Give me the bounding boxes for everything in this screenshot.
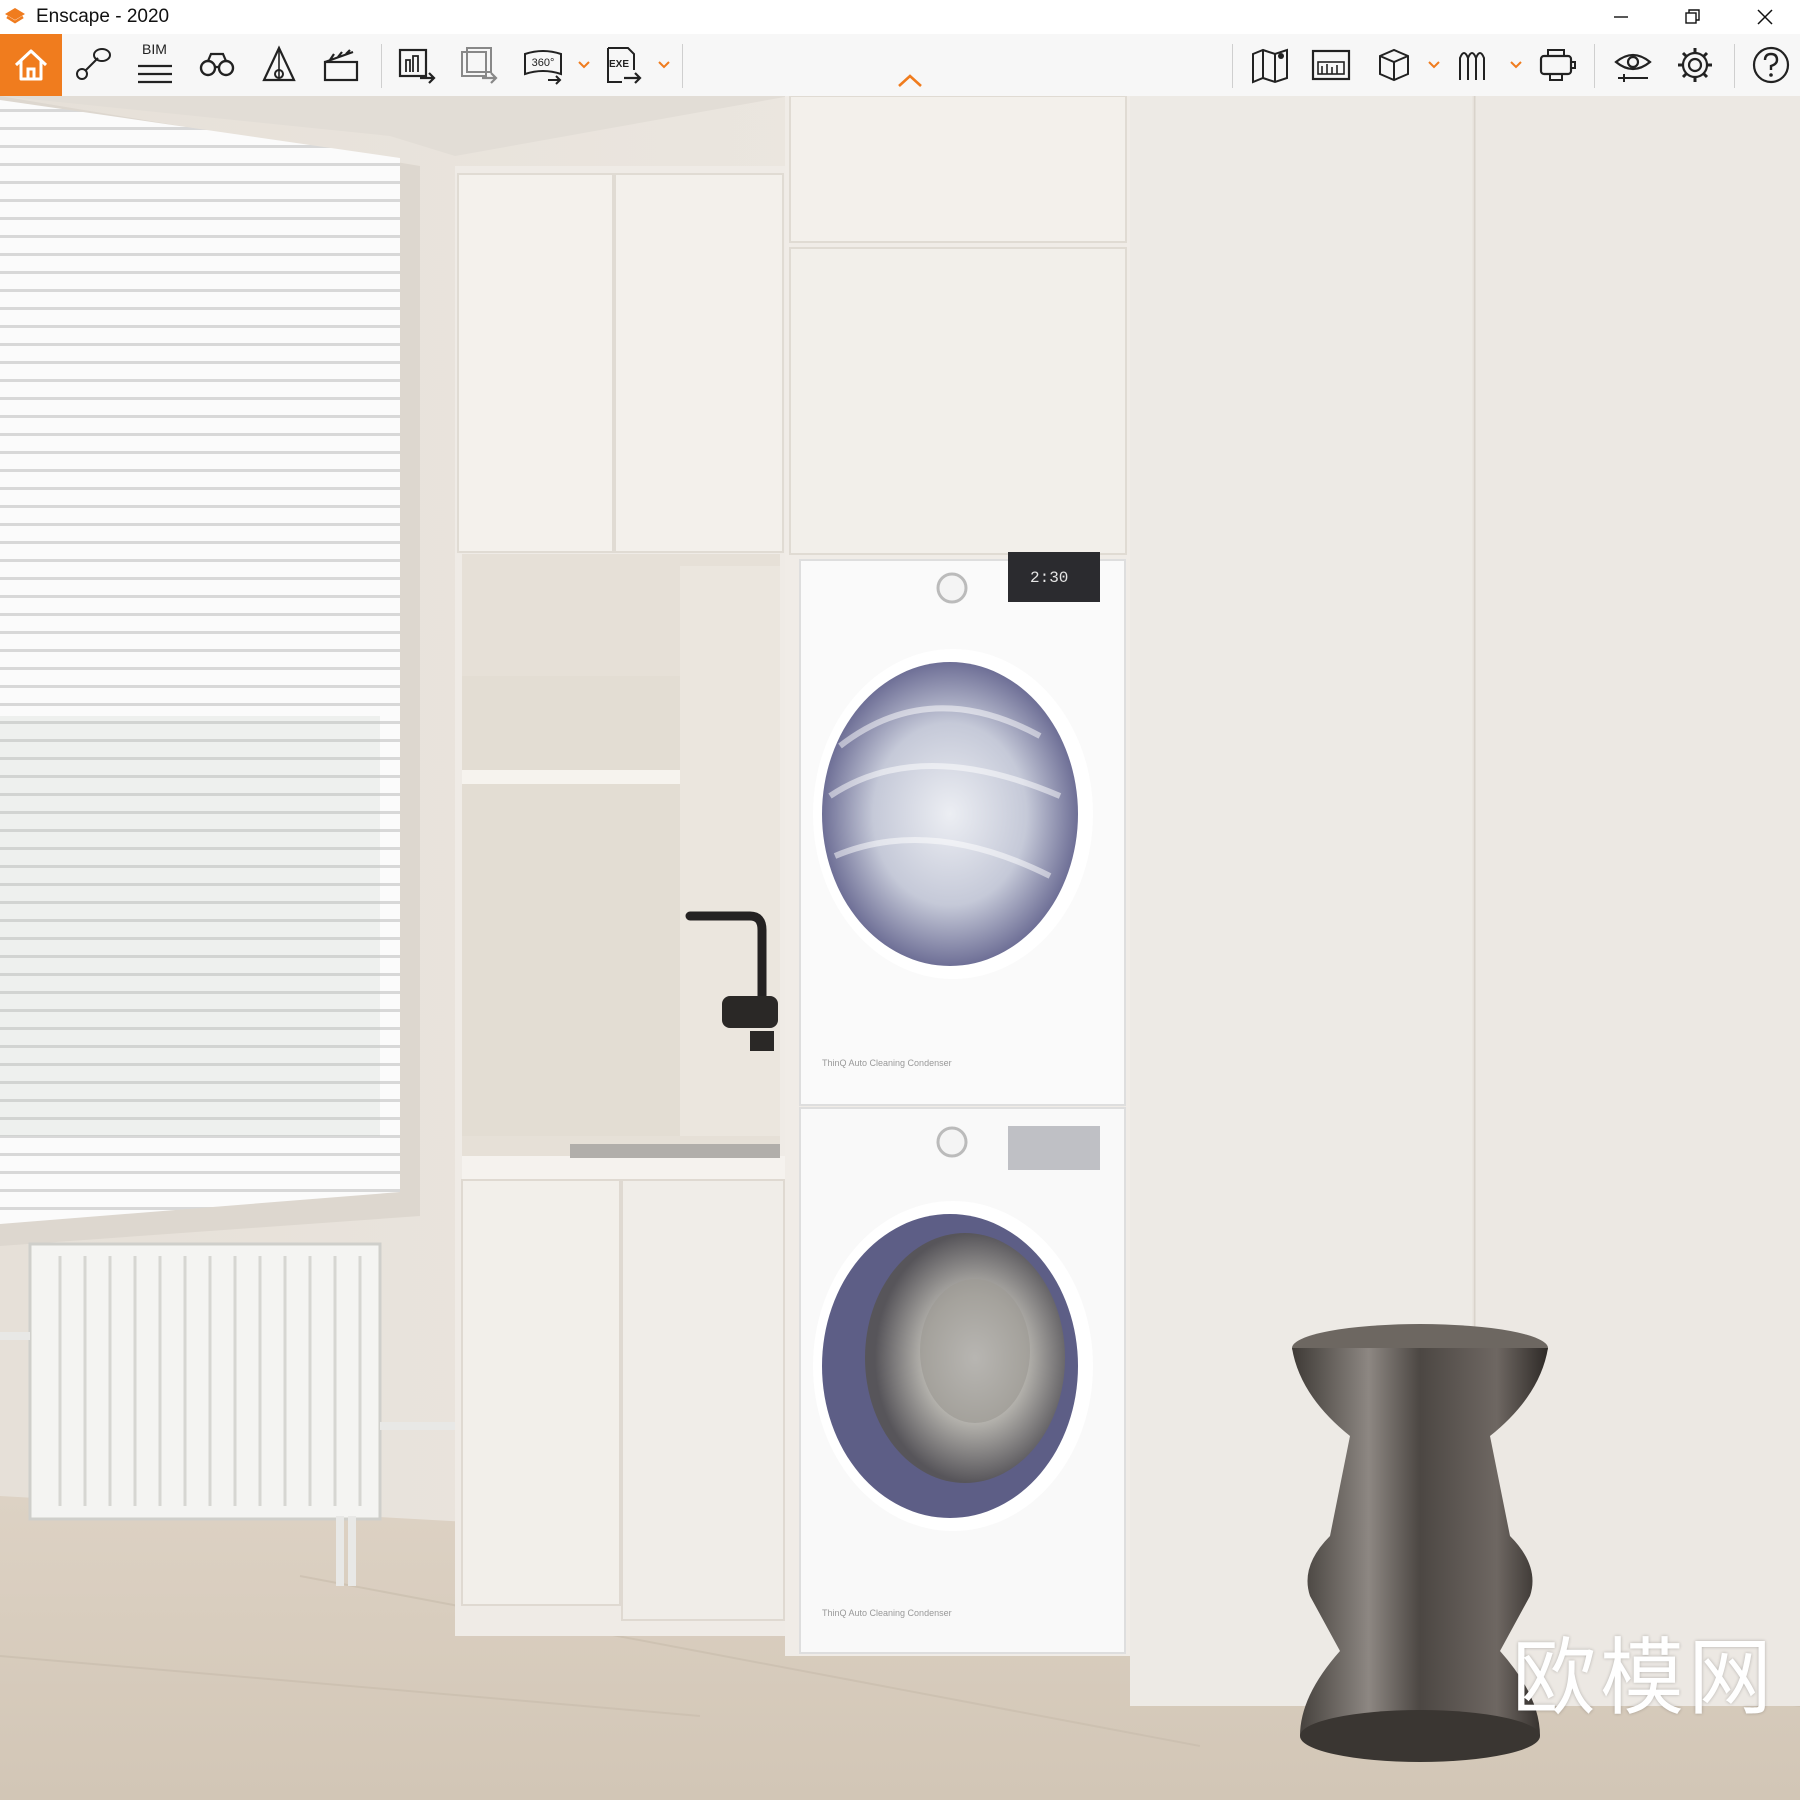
close-button[interactable]	[1736, 0, 1794, 34]
export-360-icon: 360°	[524, 50, 562, 85]
minimize-icon	[1614, 16, 1628, 18]
material-editor-button[interactable]	[1450, 40, 1500, 90]
material-editor-dropdown[interactable]	[1508, 52, 1524, 78]
export-360-button[interactable]: 360°	[518, 40, 568, 90]
svg-text:ThinQ Auto Cleaning Condenser: ThinQ Auto Cleaning Condenser	[822, 1608, 952, 1618]
restore-button[interactable]	[1664, 0, 1722, 34]
export-exe-dropdown[interactable]	[656, 52, 672, 78]
chevron-up-icon	[898, 74, 922, 87]
toolbar-separator	[1594, 44, 1595, 88]
bim-button[interactable]: BIM	[130, 40, 180, 90]
views-icon	[76, 48, 111, 80]
dryer-display: 2:30	[1030, 569, 1068, 587]
video-editor-button[interactable]	[316, 40, 366, 90]
close-icon	[1757, 9, 1773, 25]
exe-label: EXE	[609, 59, 629, 70]
toolbar-separator	[381, 44, 382, 88]
help-button[interactable]	[1746, 40, 1796, 90]
settings-gear-icon	[1678, 48, 1712, 82]
toolbar-separator	[1232, 44, 1233, 88]
laundry-room-render: 2:30 ThinQ Auto Cleaning Condenser ThinQ…	[0, 96, 1800, 1800]
settings-button[interactable]	[1670, 40, 1720, 90]
light-view-button[interactable]	[254, 40, 304, 90]
chevron-down-icon	[578, 61, 590, 69]
window-title: Enscape - 2020	[36, 6, 170, 27]
visual-settings-button[interactable]	[1608, 40, 1658, 90]
title-bar: Enscape - 2020	[0, 0, 1800, 34]
screenshot-icon	[1311, 49, 1351, 81]
render-image-button[interactable]	[392, 40, 442, 90]
batch-render-icon	[461, 47, 498, 84]
visual-settings-icon	[1614, 53, 1652, 82]
vr-headset-icon	[1539, 49, 1576, 81]
home-icon	[14, 49, 48, 81]
pano-label: 360°	[532, 57, 555, 69]
render-viewport[interactable]: 2:30 ThinQ Auto Cleaning Condenser ThinQ…	[0, 96, 1800, 1800]
main-toolbar: BIM 360° EXE	[0, 34, 1800, 97]
screenshot-button[interactable]	[1306, 40, 1356, 90]
vr-button[interactable]	[1532, 40, 1582, 90]
walk-mode-button[interactable]	[192, 40, 242, 90]
asset-library-button[interactable]	[1368, 40, 1418, 90]
watermark-text: 欧模网	[1512, 1629, 1777, 1727]
export-360-dropdown[interactable]	[576, 52, 592, 78]
batch-render-button[interactable]	[454, 40, 504, 90]
light-view-icon	[262, 45, 296, 82]
help-icon	[1752, 46, 1790, 84]
toolbar-separator	[1734, 44, 1735, 88]
views-button[interactable]	[68, 40, 118, 90]
export-exe-icon: EXE	[607, 47, 642, 84]
collapse-toolbar-button[interactable]	[894, 68, 926, 94]
chevron-down-icon	[658, 61, 670, 69]
binoculars-icon	[199, 52, 235, 77]
asset-library-dropdown[interactable]	[1426, 52, 1442, 78]
minimize-button[interactable]	[1592, 0, 1650, 34]
restore-icon	[1685, 9, 1700, 24]
home-button[interactable]	[0, 34, 62, 96]
asset-cube-icon	[1379, 48, 1409, 82]
chevron-down-icon	[1428, 61, 1440, 69]
chevron-down-icon	[1510, 61, 1522, 69]
enscape-logo-icon	[5, 8, 25, 24]
toolbar-separator	[682, 44, 683, 88]
clapper-icon	[323, 49, 359, 82]
map-button[interactable]	[1245, 40, 1295, 90]
render-screenshot-icon	[398, 48, 436, 84]
map-icon	[1252, 48, 1288, 84]
bim-label: BIM	[142, 41, 167, 57]
svg-text:ThinQ Auto Cleaning Condenser: ThinQ Auto Cleaning Condenser	[822, 1058, 952, 1068]
materials-icon	[1459, 52, 1485, 80]
export-exe-button[interactable]: EXE	[598, 40, 648, 90]
